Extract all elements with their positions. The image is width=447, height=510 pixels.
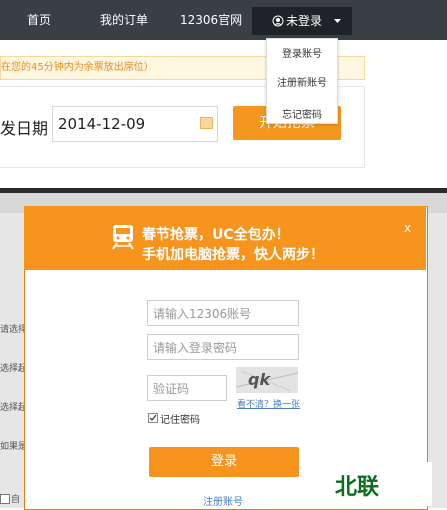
- background-checkbox: [0, 494, 10, 504]
- close-button[interactable]: x: [404, 221, 411, 235]
- captcha-text: qk: [248, 370, 271, 389]
- nav-home[interactable]: 首页: [27, 0, 51, 40]
- remember-password-checkbox[interactable]: [148, 413, 158, 423]
- notice-text: 在您的45分钟内为余票放出席位）: [1, 62, 154, 73]
- dialog-subheadline: 手机加电脑抢票，快人两步！: [142, 247, 324, 263]
- account-status-label: 未登录: [286, 14, 323, 28]
- account-placeholder: 请输入12306账号: [153, 307, 252, 321]
- site-watermark: 北联: [335, 475, 380, 500]
- menu-item-register[interactable]: 注册新账号: [267, 74, 337, 89]
- background-label: 选择起: [0, 403, 28, 413]
- register-link[interactable]: 注册账号: [203, 493, 243, 508]
- background-label: 如果是: [0, 442, 28, 452]
- menu-item-login[interactable]: 登录账号: [267, 45, 337, 60]
- background-label: 选择起: [0, 364, 28, 374]
- refresh-captcha-link[interactable]: 看不清？换一张: [237, 397, 300, 410]
- captcha-image[interactable]: qk: [235, 367, 299, 393]
- account-menu-button[interactable]: 未登录: [252, 7, 352, 35]
- departure-date-value: 2014-12-09: [58, 115, 146, 133]
- calendar-icon[interactable]: [200, 117, 213, 129]
- background-label: 请选择: [0, 325, 28, 335]
- departure-date-label: 发日期: [0, 119, 49, 138]
- background-label: 自: [11, 495, 21, 505]
- menu-item-forgot-password[interactable]: 忘记密码: [267, 106, 337, 121]
- nav-12306-official[interactable]: 12306官网: [180, 0, 242, 40]
- checkmark-icon: [149, 414, 157, 421]
- dialog-headline: 春节抢票，UC全包办！: [142, 227, 290, 243]
- remember-password-label: 记住密码: [160, 415, 200, 426]
- account-dropdown-menu: 登录账号 注册新账号 忘记密码: [266, 38, 338, 124]
- user-icon: [272, 15, 284, 27]
- train-icon: [112, 225, 134, 250]
- captcha-placeholder: 验证码: [153, 382, 190, 396]
- password-placeholder: 请输入登录密码: [153, 341, 238, 355]
- login-button[interactable]: 登录: [149, 447, 299, 477]
- chevron-down-icon: [334, 19, 341, 23]
- nav-my-orders[interactable]: 我的订单: [100, 0, 148, 40]
